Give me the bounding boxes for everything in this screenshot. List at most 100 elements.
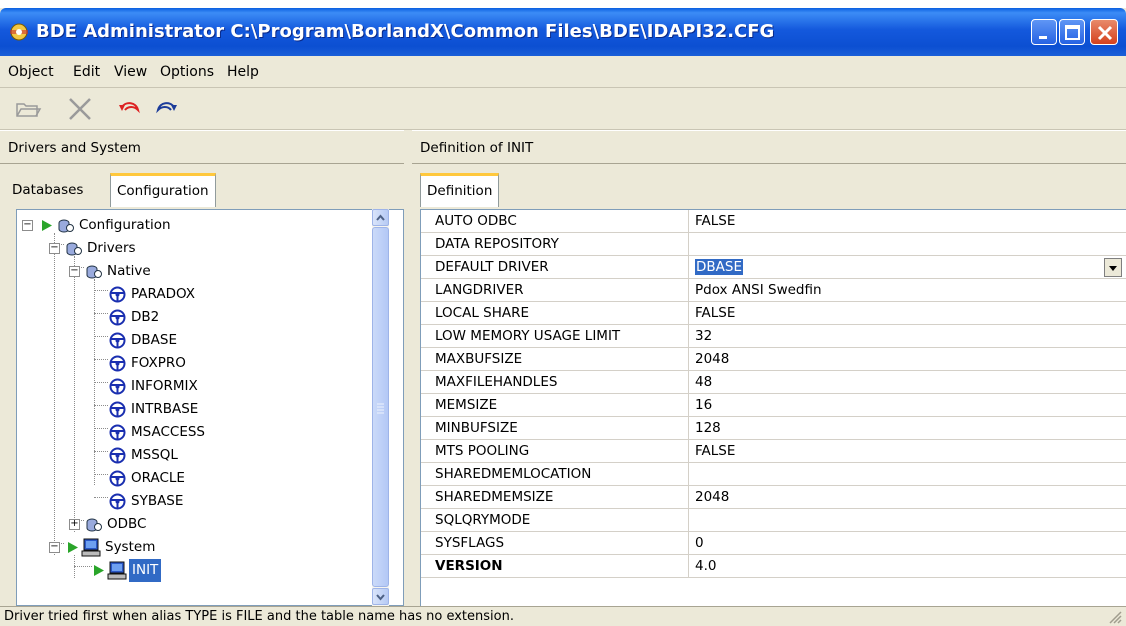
table-row[interactable]: SHAREDMEMSIZE 2048: [421, 486, 1126, 509]
tab-configuration[interactable]: Configuration: [110, 173, 216, 207]
scroll-down-button[interactable]: [372, 588, 389, 605]
tree-item-oracle[interactable]: ORACLE: [17, 467, 377, 490]
tree-item-system[interactable]: − System: [17, 536, 377, 559]
maximize-button[interactable]: [1059, 19, 1085, 45]
tree-item-native[interactable]: − Native: [17, 260, 377, 283]
property-value-dropdown[interactable]: DBASE: [689, 256, 1126, 279]
right-panel-header: Definition of INIT: [412, 130, 1126, 164]
property-value[interactable]: 48: [689, 371, 1126, 394]
property-value[interactable]: FALSE: [689, 440, 1126, 463]
property-value[interactable]: FALSE: [689, 210, 1126, 233]
property-value[interactable]: 16: [689, 394, 1126, 417]
toolbar: [0, 88, 1126, 130]
tree-item-mssql[interactable]: MSSQL: [17, 444, 377, 467]
property-name: SYSFLAGS: [421, 532, 689, 555]
tab-databases[interactable]: Databases: [6, 176, 89, 206]
definition-grid[interactable]: AUTO ODBC FALSE DATA REPOSITORY DEFAULT …: [420, 209, 1126, 606]
menu-object[interactable]: Object: [8, 64, 54, 80]
property-value[interactable]: 32: [689, 325, 1126, 348]
menu-edit[interactable]: Edit: [73, 64, 100, 80]
driver-wheel-icon: [109, 332, 126, 349]
tab-definition[interactable]: Definition: [420, 173, 500, 207]
scroll-up-button[interactable]: [372, 209, 389, 226]
tree-item-init[interactable]: INIT: [17, 559, 377, 582]
property-value[interactable]: [689, 509, 1126, 532]
collapse-icon[interactable]: −: [69, 266, 80, 277]
database-config-icon: [66, 242, 82, 256]
property-name: LANGDRIVER: [421, 279, 689, 302]
table-row[interactable]: MINBUFSIZE 128: [421, 417, 1126, 440]
panel-splitter[interactable]: [404, 130, 412, 604]
property-value[interactable]: [689, 463, 1126, 486]
close-icon: [1097, 25, 1113, 41]
minimize-button[interactable]: [1031, 19, 1057, 45]
property-value[interactable]: 2048: [689, 486, 1126, 509]
table-row[interactable]: MAXBUFSIZE 2048: [421, 348, 1126, 371]
selected-value: DBASE: [695, 259, 743, 275]
property-name: MAXFILEHANDLES: [421, 371, 689, 394]
driver-wheel-icon: [109, 401, 126, 418]
title-bar[interactable]: BDE Administrator C:\Program\BorlandX\Co…: [0, 8, 1126, 56]
property-value[interactable]: 128: [689, 417, 1126, 440]
scroll-thumb[interactable]: [372, 227, 389, 587]
table-row[interactable]: SQLQRYMODE: [421, 509, 1126, 532]
tree-item-paradox[interactable]: PARADOX: [17, 283, 377, 306]
table-row[interactable]: SYSFLAGS 0: [421, 532, 1126, 555]
expand-icon[interactable]: +: [69, 519, 80, 530]
table-row[interactable]: DATA REPOSITORY: [421, 233, 1126, 256]
property-value[interactable]: 2048: [689, 348, 1126, 371]
property-value[interactable]: Pdox ANSI Swedfin: [689, 279, 1126, 302]
dropdown-button[interactable]: [1104, 258, 1122, 277]
play-arrow-icon: [42, 220, 52, 231]
tree-vertical-scrollbar[interactable]: [372, 209, 389, 606]
tree-item-sybase[interactable]: SYBASE: [17, 490, 377, 513]
menu-bar: Object Edit View Options Help: [0, 56, 1126, 88]
tree-label: PARADOX: [131, 286, 195, 302]
collapse-icon[interactable]: −: [49, 243, 60, 254]
driver-wheel-icon: [109, 424, 126, 441]
tree-item-db2[interactable]: DB2: [17, 306, 377, 329]
table-row[interactable]: AUTO ODBC FALSE: [421, 210, 1126, 233]
table-row[interactable]: SHAREDMEMLOCATION: [421, 463, 1126, 486]
tree-item-msaccess[interactable]: MSACCESS: [17, 421, 377, 444]
open-icon[interactable]: [14, 96, 42, 122]
property-value[interactable]: FALSE: [689, 302, 1126, 325]
property-value[interactable]: 4.0: [689, 555, 1126, 578]
table-row[interactable]: MEMSIZE 16: [421, 394, 1126, 417]
menu-options[interactable]: Options: [160, 64, 214, 80]
resize-grip-icon[interactable]: [1108, 610, 1122, 624]
configuration-tree[interactable]: − Configuration − Drivers − Native PARAD…: [16, 209, 404, 606]
table-row[interactable]: VERSION 4.0: [421, 555, 1126, 578]
driver-wheel-icon: [109, 493, 126, 510]
driver-wheel-icon: [109, 378, 126, 395]
table-row[interactable]: MAXFILEHANDLES 48: [421, 371, 1126, 394]
undo-icon[interactable]: [116, 96, 144, 122]
tree-item-configuration[interactable]: − Configuration: [17, 214, 377, 237]
tree-item-informix[interactable]: INFORMIX: [17, 375, 377, 398]
property-value[interactable]: 0: [689, 532, 1126, 555]
tree-item-foxpro[interactable]: FOXPRO: [17, 352, 377, 375]
tree-item-odbc[interactable]: + ODBC: [17, 513, 377, 536]
property-value[interactable]: [689, 233, 1126, 256]
left-tab-row: Databases Configuration: [0, 164, 404, 209]
tree-item-dbase[interactable]: DBASE: [17, 329, 377, 352]
menu-view[interactable]: View: [114, 64, 147, 80]
tree-label: INFORMIX: [131, 378, 198, 394]
close-button[interactable]: [1090, 19, 1118, 45]
collapse-icon[interactable]: −: [49, 542, 60, 553]
table-row[interactable]: LOW MEMORY USAGE LIMIT 32: [421, 325, 1126, 348]
tree-item-drivers[interactable]: − Drivers: [17, 237, 377, 260]
minimize-icon: [1039, 36, 1047, 39]
tree-item-intrbase[interactable]: INTRBASE: [17, 398, 377, 421]
driver-wheel-icon: [109, 286, 126, 303]
collapse-icon[interactable]: −: [22, 220, 33, 231]
table-row[interactable]: DEFAULT DRIVER DBASE: [421, 256, 1126, 279]
table-row[interactable]: LANGDRIVER Pdox ANSI Swedfin: [421, 279, 1126, 302]
redo-icon[interactable]: [152, 96, 180, 122]
delete-icon[interactable]: [66, 96, 94, 122]
chevron-up-icon: [376, 214, 385, 221]
menu-help[interactable]: Help: [227, 64, 259, 80]
table-row[interactable]: LOCAL SHARE FALSE: [421, 302, 1126, 325]
maximize-icon: [1065, 25, 1080, 40]
table-row[interactable]: MTS POOLING FALSE: [421, 440, 1126, 463]
